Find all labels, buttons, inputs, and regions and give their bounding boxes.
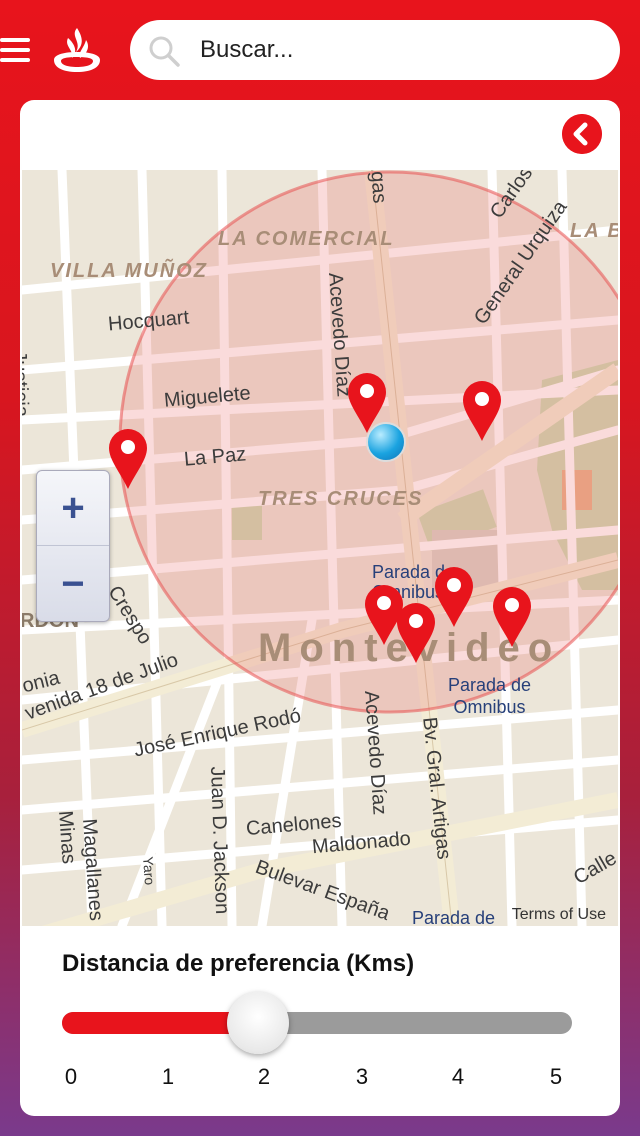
terms-of-use-link[interactable]: Terms of Use [512, 906, 606, 924]
map-card: LA COMERCIAL VILLA MUÑOZ LA B TRES CRUCE… [20, 100, 620, 1116]
map-label-la-b: LA B [570, 220, 618, 242]
location-pin-icon[interactable] [347, 372, 387, 434]
map-label-parada-3: Parada de [412, 908, 496, 926]
santander-logo[interactable] [50, 26, 104, 76]
back-chevron-left-icon[interactable] [562, 114, 602, 154]
slider-fill [62, 1012, 238, 1034]
map-label-la-comercial: LA COMERCIAL [218, 228, 395, 250]
map-label-artigas-top: igas [366, 170, 391, 205]
distance-slider[interactable] [62, 992, 572, 1054]
top-bar [0, 0, 640, 100]
search-bar[interactable] [130, 20, 620, 80]
search-icon [149, 36, 180, 67]
slider-tick-label: 4 [451, 1064, 465, 1089]
location-pin-icon[interactable] [108, 428, 148, 490]
distance-preference-title: Distancia de preferencia (Kms) [62, 950, 415, 977]
map-label-yaro: Yaro [140, 856, 158, 886]
map-label-villa-munoz: VILLA MUÑOZ [50, 260, 208, 282]
zoom-out-button[interactable]: − [37, 547, 109, 622]
zoom-in-button[interactable]: + [37, 471, 109, 546]
location-pin-icon[interactable] [492, 586, 532, 648]
slider-tick-label: 2 [257, 1064, 271, 1089]
slider-tick-label: 0 [64, 1064, 78, 1089]
map-view[interactable]: LA COMERCIAL VILLA MUÑOZ LA B TRES CRUCE… [22, 170, 618, 926]
location-pin-icon[interactable] [462, 380, 502, 442]
slider-tick-label: 1 [161, 1064, 175, 1089]
slider-thumb[interactable] [227, 992, 289, 1054]
search-input[interactable] [200, 20, 600, 80]
hamburger-menu-icon[interactable] [0, 38, 30, 64]
location-pin-icon[interactable] [396, 602, 436, 664]
slider-tick-label: 5 [549, 1064, 563, 1089]
map-label-parada-2: Parada de Omnibus [448, 675, 532, 717]
map-label-tres-cruces: TRES CRUCES [258, 488, 424, 510]
location-pin-icon[interactable] [434, 566, 474, 628]
map-label-minas: Minas [54, 810, 80, 865]
zoom-control: + − [36, 470, 110, 622]
slider-tick-label: 3 [355, 1064, 369, 1089]
